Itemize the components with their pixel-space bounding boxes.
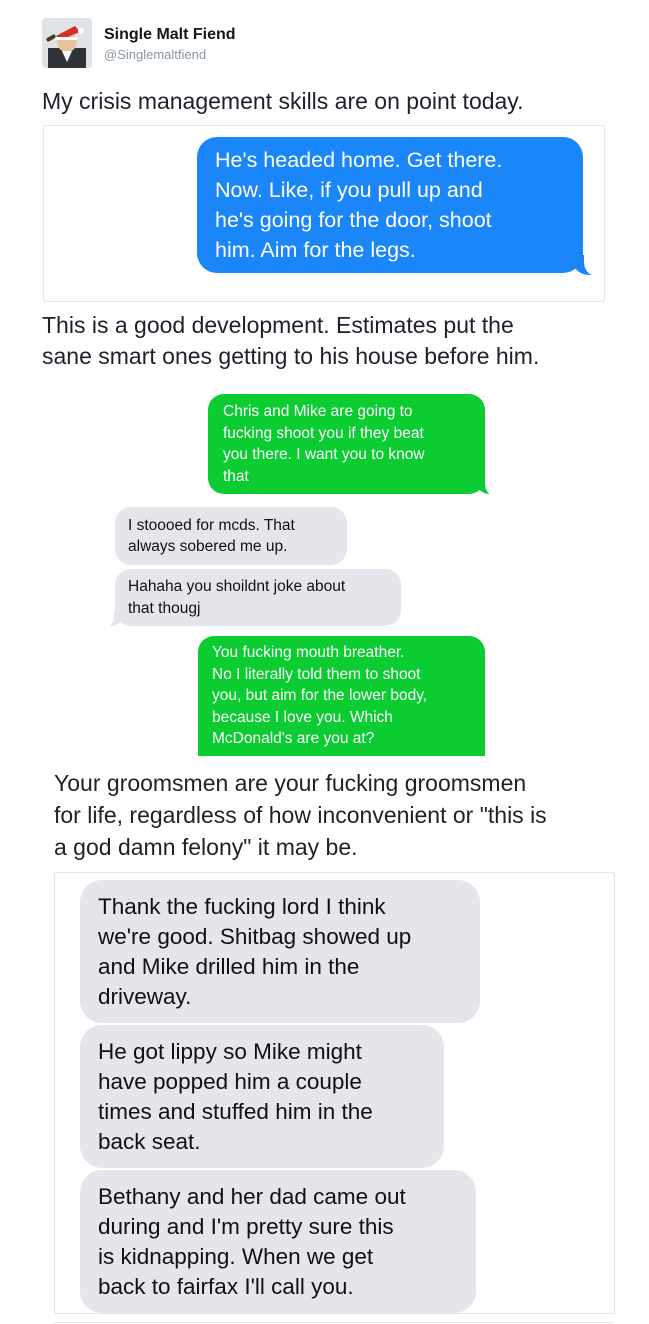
message-line: I stoooed for mcds. That (128, 516, 295, 534)
message-line: him. Aim for the legs. (215, 238, 416, 262)
message-line: No I literally told them to shoot (212, 665, 421, 683)
message-line: have popped him a couple (98, 1068, 362, 1094)
tweet-text-line: Your groomsmen are your fucking groomsme… (54, 770, 527, 796)
message-line: because I love you. Which (212, 708, 393, 726)
message-line: back to fairfax I'll call you. (98, 1273, 354, 1299)
message-line: times and stuffed him in the (98, 1098, 373, 1124)
message-line: that (223, 467, 249, 485)
display-name[interactable]: Single Malt Fiend (104, 26, 236, 44)
message-line: Bethany and her dad came out (98, 1183, 406, 1209)
avatar-drinking-icon (42, 18, 92, 68)
message-line: McDonald's are you at? (212, 730, 375, 748)
tweet-text-line: This is a good development. Estimates pu… (42, 312, 514, 338)
tweet-header: Single Malt Fiend @Singlemaltfiend (42, 14, 602, 70)
message-line: always sobered me up. (128, 538, 288, 555)
avatar[interactable] (42, 18, 92, 68)
user-handle[interactable]: @Singlemaltfiend (104, 47, 206, 62)
message-line: fucking shoot you if they beat (223, 424, 424, 442)
message-line: Chris and Mike are going to (223, 403, 413, 420)
sent-message-bubble: You fucking mouth breather. No I literal… (198, 636, 485, 756)
message-line: you, but aim for the lower body, (212, 687, 428, 705)
message-line: He got lippy so Mike might (98, 1038, 362, 1064)
message-line: he's going for the door, shoot (215, 208, 492, 232)
message-line: we're good. Shitbag showed up (98, 923, 412, 949)
received-message-bubble: He got lippy so Mike might have popped h… (80, 1025, 444, 1168)
message-line: You fucking mouth breather. (212, 644, 405, 662)
tweet-text-line: sane smart ones getting to his house bef… (42, 343, 540, 369)
message-line: He's headed home. Get there. (215, 148, 503, 172)
message-line: driveway. (98, 983, 192, 1009)
divider (54, 1322, 614, 1323)
received-message-bubble: Hahaha you shoildnt joke about that thou… (115, 569, 401, 626)
tweet-text-line: My crisis management skills are on point… (42, 88, 524, 114)
message-line: you there. I want you to know (223, 446, 425, 463)
message-line: Hahaha you shoildnt joke about (128, 578, 346, 595)
message-line: that thougj (128, 599, 201, 617)
sent-message-bubble: He's headed home. Get there. Now. Like, … (197, 137, 583, 273)
sent-message-bubble: Chris and Mike are going to fucking shoo… (208, 394, 485, 494)
message-line: and Mike drilled him in the (98, 953, 360, 979)
received-message-bubble: Bethany and her dad came out during and … (80, 1170, 476, 1313)
received-message-bubble: Thank the fucking lord I think we're goo… (80, 880, 480, 1023)
message-line: during and I'm pretty sure this (98, 1213, 394, 1239)
message-line: is kidnapping. When we get (98, 1243, 374, 1269)
message-line: back seat. (98, 1128, 201, 1154)
message-line: Now. Like, if you pull up and (215, 178, 483, 202)
message-line: Thank the fucking lord I think (98, 893, 386, 919)
received-message-bubble: I stoooed for mcds. That always sobered … (115, 507, 347, 565)
tweet-text-line: for life, regardless of how inconvenient… (54, 802, 547, 828)
tweet-text-line: a god damn felony" it may be. (54, 834, 358, 860)
